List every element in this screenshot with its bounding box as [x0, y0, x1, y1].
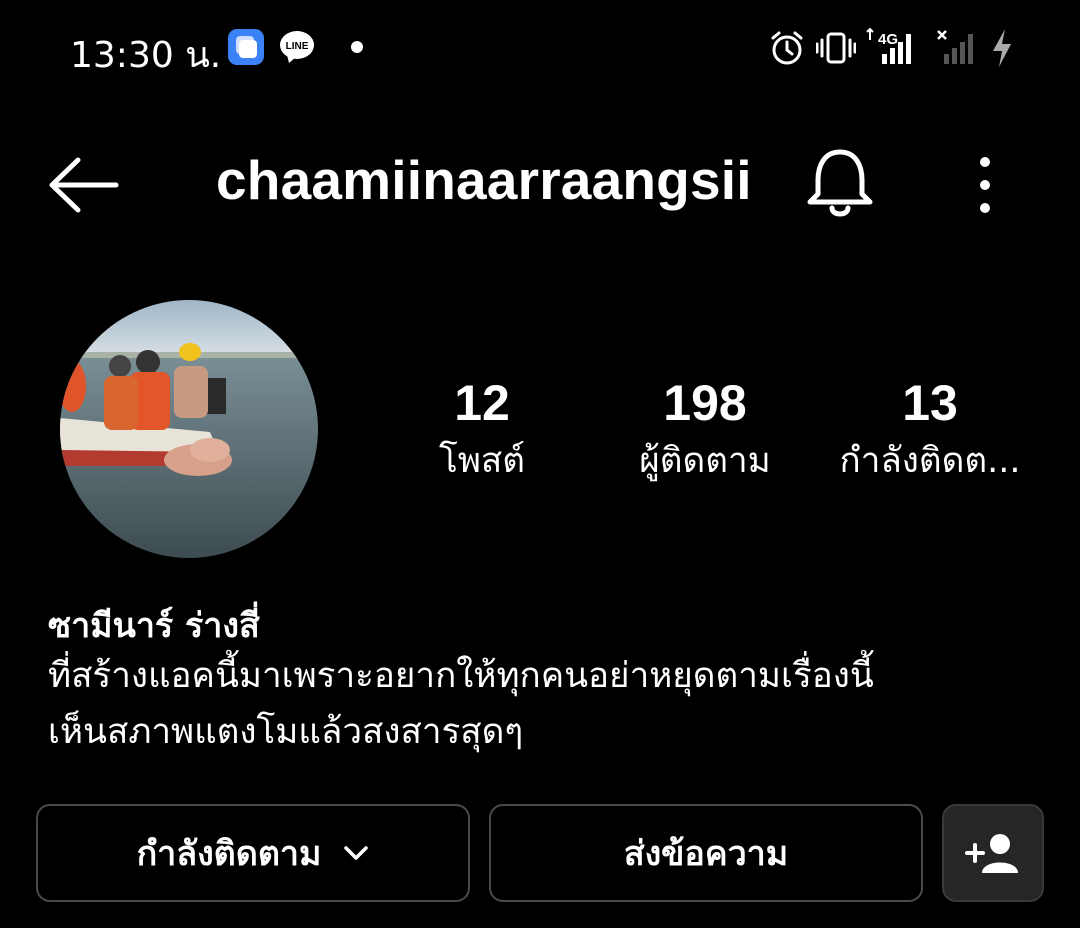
network-label: 4G [878, 31, 898, 48]
line-icon: LINE [280, 31, 314, 63]
following-button[interactable]: กำลังติดตาม [36, 804, 470, 902]
status-bar: 13:30 น. LINE 4G [0, 0, 1080, 100]
bell-icon [807, 149, 873, 217]
signal-no-sim-icon [937, 30, 973, 64]
display-name: ซามีนาร์ ร่างสี่ [48, 606, 260, 646]
add-person-button[interactable] [942, 804, 1044, 902]
arrow-left-icon [49, 157, 119, 213]
alarm-icon [771, 31, 803, 65]
message-button-label: ส่งข้อความ [623, 834, 789, 874]
app-icon [228, 29, 264, 65]
dot-icon [351, 41, 363, 53]
profile-username: chaamiinaarraangsii [216, 149, 752, 211]
vibrate-icon [816, 32, 856, 64]
stat-posts[interactable]: 12 โพสต์ [422, 372, 542, 488]
back-button[interactable] [44, 150, 124, 220]
stat-followers[interactable]: 198 ผู้ติดตาม [615, 372, 795, 488]
person-add-icon [965, 834, 1018, 873]
posts-label: โพสต์ [439, 441, 525, 481]
profile-bio: ที่สร้างแอคนี้มาเพราะอยากให้ทุกคนอย่าหยุ… [48, 648, 1048, 760]
followers-label: ผู้ติดตาม [639, 441, 771, 481]
status-time: 13:30 น. [70, 35, 222, 76]
posts-count: 12 [454, 375, 510, 431]
more-options-button[interactable] [960, 150, 1010, 220]
following-label: กำลังติดต... [839, 441, 1021, 481]
avatar[interactable] [60, 300, 318, 558]
profile-header: chaamiinaarraangsii [0, 130, 1080, 240]
bio-line: ที่สร้างแอคนี้มาเพราะอยากให้ทุกคนอย่าหยุ… [48, 656, 874, 696]
line-icon-label: LINE [286, 41, 309, 52]
notifications-button[interactable] [800, 144, 880, 224]
message-button[interactable]: ส่งข้อความ [489, 804, 923, 902]
profile-photo-icon [60, 300, 318, 558]
chevron-down-icon [343, 845, 369, 861]
more-vertical-icon [980, 157, 990, 213]
following-button-label: กำลังติดตาม [136, 834, 322, 874]
signal-4g-icon: 4G [866, 28, 911, 64]
stat-following[interactable]: 13 กำลังติดต... [825, 372, 1035, 488]
followers-count: 198 [663, 375, 747, 431]
following-count: 13 [902, 375, 958, 431]
bio-line: เห็นสภาพแตงโมแล้วสงสารสุดๆ [48, 712, 524, 752]
charging-icon [993, 29, 1011, 67]
